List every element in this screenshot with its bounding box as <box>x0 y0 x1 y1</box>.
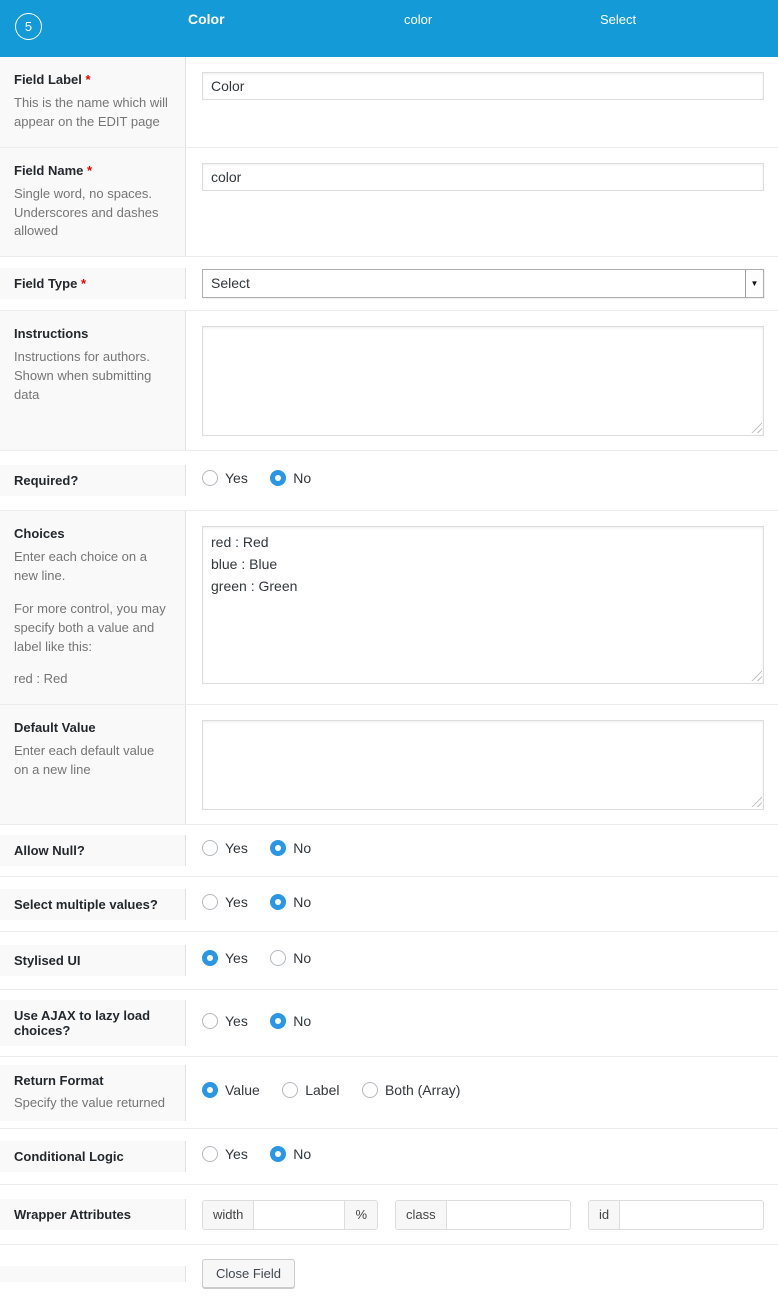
radio-icon <box>202 894 218 910</box>
instructions-textarea[interactable] <box>202 326 764 436</box>
return-format-title: Return Format <box>14 1073 171 1088</box>
select-multiple-yes-radio[interactable]: Yes <box>202 894 248 910</box>
choices-desc-2: For more control, you may specify both a… <box>14 600 171 657</box>
radio-icon <box>202 1082 218 1098</box>
wrapper-width-input[interactable] <box>254 1201 344 1229</box>
field-order-badge: 5 <box>15 13 42 40</box>
row-select-multiple: Select multiple values? Yes No <box>0 876 778 931</box>
radio-icon <box>270 1013 286 1029</box>
row-return-format: Return Format Specify the value returned… <box>0 1056 778 1128</box>
allow-null-no-radio[interactable]: No <box>270 840 311 856</box>
select-multiple-no-radio[interactable]: No <box>270 894 311 910</box>
use-ajax-title: Use AJAX to lazy load choices? <box>14 1008 171 1038</box>
required-title: Required? <box>14 473 171 488</box>
header-field-name: color <box>404 12 432 27</box>
allow-null-title: Allow Null? <box>14 843 171 858</box>
row-conditional-logic: Conditional Logic Yes No <box>0 1128 778 1184</box>
required-no-radio[interactable]: No <box>270 470 311 486</box>
required-asterisk: * <box>87 163 92 178</box>
allow-null-yes-radio[interactable]: Yes <box>202 840 248 856</box>
field-type-title: Field Type * <box>14 276 171 291</box>
header-field-label: Color <box>188 11 225 27</box>
required-asterisk: * <box>81 276 86 291</box>
wrapper-class-input[interactable] <box>447 1201 570 1229</box>
conditional-logic-yes-radio[interactable]: Yes <box>202 1146 248 1162</box>
radio-icon <box>202 950 218 966</box>
conditional-logic-no-radio[interactable]: No <box>270 1146 311 1162</box>
radio-icon <box>270 950 286 966</box>
choices-desc-1: Enter each choice on a new line. <box>14 548 171 586</box>
wrapper-attributes-title: Wrapper Attributes <box>14 1207 171 1222</box>
conditional-logic-title: Conditional Logic <box>14 1149 171 1164</box>
required-yes-radio[interactable]: Yes <box>202 470 248 486</box>
radio-icon <box>270 470 286 486</box>
wrapper-width-percent-label: % <box>344 1201 377 1229</box>
radio-icon <box>270 840 286 856</box>
wrapper-id-input[interactable] <box>620 1201 763 1229</box>
select-multiple-title: Select multiple values? <box>14 897 171 912</box>
return-format-both-radio[interactable]: Both (Array) <box>362 1082 460 1098</box>
stylised-ui-title: Stylised UI <box>14 953 171 968</box>
field-name-input[interactable] <box>202 163 764 191</box>
field-label-desc: This is the name which will appear on th… <box>14 94 171 132</box>
instructions-desc: Instructions for authors. Shown when sub… <box>14 348 171 405</box>
stylised-ui-no-radio[interactable]: No <box>270 950 311 966</box>
choices-desc-3: red : Red <box>14 670 171 689</box>
choices-title: Choices <box>14 526 171 541</box>
row-default-value: Default Value Enter each default value o… <box>0 704 778 824</box>
wrapper-id-group: id <box>588 1200 764 1230</box>
close-field-button[interactable]: Close Field <box>202 1259 295 1288</box>
field-label-input[interactable] <box>202 72 764 100</box>
return-format-desc: Specify the value returned <box>14 1094 171 1113</box>
header-field-type: Select <box>600 12 636 27</box>
row-stylised-ui: Stylised UI Yes No <box>0 931 778 989</box>
field-name-title: Field Name * <box>14 163 171 178</box>
row-wrapper-attributes: Wrapper Attributes width % class id <box>0 1184 778 1244</box>
field-label-title: Field Label * <box>14 72 171 87</box>
choices-textarea[interactable]: red : Red blue : Blue green : Green <box>202 526 764 684</box>
required-asterisk: * <box>86 72 91 87</box>
row-required: Required? Yes No <box>0 450 778 510</box>
default-value-desc: Enter each default value on a new line <box>14 742 171 780</box>
use-ajax-yes-radio[interactable]: Yes <box>202 1013 248 1029</box>
field-type-select[interactable]: Select ▼ <box>202 269 764 298</box>
chevron-down-icon: ▼ <box>745 270 763 297</box>
use-ajax-no-radio[interactable]: No <box>270 1013 311 1029</box>
wrapper-class-group: class <box>395 1200 571 1230</box>
wrapper-id-label: id <box>589 1201 620 1229</box>
row-allow-null: Allow Null? Yes No <box>0 824 778 876</box>
instructions-title: Instructions <box>14 326 171 341</box>
default-value-textarea[interactable] <box>202 720 764 810</box>
field-header[interactable]: 5 Color color Select <box>0 0 778 57</box>
wrapper-class-label: class <box>396 1201 447 1229</box>
radio-icon <box>362 1082 378 1098</box>
radio-icon <box>202 1013 218 1029</box>
default-value-title: Default Value <box>14 720 171 735</box>
row-field-label: Field Label * This is the name which wil… <box>0 57 778 147</box>
stylised-ui-yes-radio[interactable]: Yes <box>202 950 248 966</box>
row-field-name: Field Name * Single word, no spaces. Und… <box>0 147 778 257</box>
wrapper-width-label: width <box>203 1201 254 1229</box>
return-format-value-radio[interactable]: Value <box>202 1082 260 1098</box>
field-type-selected-value: Select <box>211 275 250 291</box>
field-name-desc: Single word, no spaces. Underscores and … <box>14 185 171 242</box>
radio-icon <box>202 1146 218 1162</box>
radio-icon <box>270 1146 286 1162</box>
radio-icon <box>270 894 286 910</box>
row-instructions: Instructions Instructions for authors. S… <box>0 310 778 450</box>
return-format-label-radio[interactable]: Label <box>282 1082 339 1098</box>
row-use-ajax: Use AJAX to lazy load choices? Yes No <box>0 989 778 1056</box>
radio-icon <box>202 470 218 486</box>
radio-icon <box>202 840 218 856</box>
row-choices: Choices Enter each choice on a new line.… <box>0 510 778 704</box>
row-footer: Close Field <box>0 1244 778 1302</box>
row-field-type: Field Type * Select ▼ <box>0 256 778 310</box>
wrapper-width-group: width % <box>202 1200 378 1230</box>
radio-icon <box>282 1082 298 1098</box>
